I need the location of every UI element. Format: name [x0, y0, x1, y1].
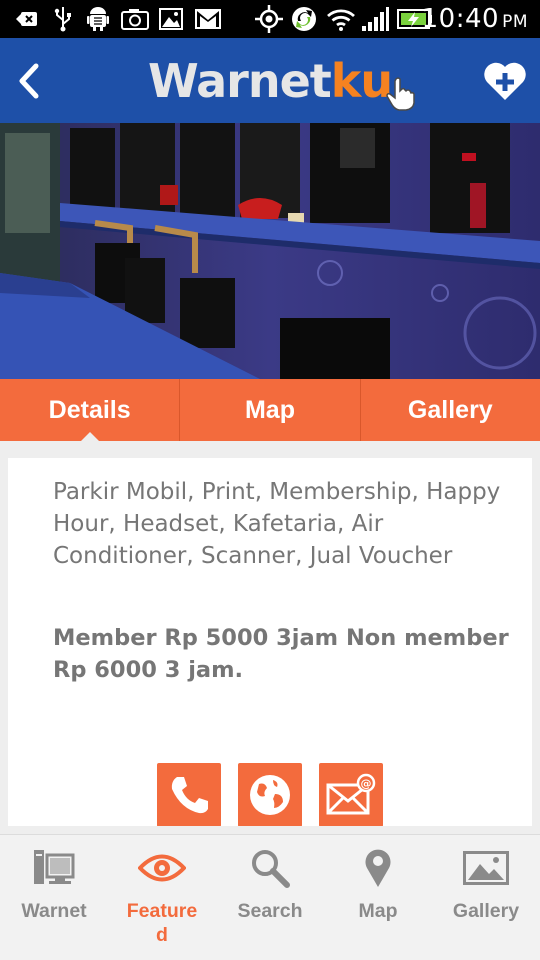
- price-text: Member Rp 5000 3jam Non member Rp 6000 3…: [53, 625, 509, 683]
- logo-text-warnet: Warnet: [148, 54, 332, 108]
- clock-ampm: PM: [502, 12, 528, 32]
- nav-gallery[interactable]: Gallery: [432, 835, 540, 960]
- nav-search[interactable]: Search: [216, 835, 324, 960]
- details-card: Parkir Mobil, Print, Membership, Happy H…: [8, 458, 532, 826]
- nav-gallery-label: Gallery: [452, 900, 520, 922]
- app-header: Warnet ku: [0, 38, 540, 123]
- phone-icon: [171, 777, 208, 814]
- hand-cursor-icon: [386, 76, 416, 116]
- globe-icon: [250, 775, 290, 815]
- contact-actions: @: [157, 763, 383, 826]
- svg-text:@: @: [361, 777, 372, 790]
- tab-details-label: Details: [48, 395, 131, 424]
- tab-map-label: Map: [244, 395, 295, 424]
- eye-icon: [138, 847, 186, 889]
- tab-gallery-label: Gallery: [407, 395, 493, 424]
- warnet-photo: [0, 123, 540, 379]
- tab-gallery[interactable]: Gallery: [359, 379, 540, 441]
- nav-map-label: Map: [358, 900, 398, 922]
- sync-icon: [289, 6, 319, 32]
- tab-details[interactable]: Details: [0, 379, 179, 442]
- gallery-icon: [158, 6, 184, 32]
- tab-map[interactable]: Map: [179, 379, 359, 441]
- facilities-text: Parkir Mobil, Print, Membership, Happy H…: [53, 479, 501, 569]
- gps-icon: [254, 5, 284, 33]
- usb-icon: [52, 6, 74, 32]
- magnifier-icon: [250, 847, 290, 889]
- signal-icon: [360, 6, 390, 32]
- nav-featured[interactable]: Feature d: [108, 835, 216, 960]
- wifi-icon: [326, 6, 356, 32]
- email-button[interactable]: @: [319, 763, 383, 826]
- website-button[interactable]: [238, 763, 302, 826]
- email-icon: @: [326, 773, 376, 815]
- back-arrow-icon: [19, 63, 39, 99]
- call-button[interactable]: [157, 763, 221, 826]
- android-debug-icon: [86, 6, 110, 32]
- gmail-icon: [193, 6, 223, 32]
- clock: 10:40 PM: [422, 4, 528, 34]
- back-button[interactable]: [10, 58, 50, 104]
- nav-search-label: Search: [237, 900, 303, 922]
- map-pin-icon: [364, 847, 392, 889]
- heart-plus-icon: [484, 62, 526, 100]
- app-logo: Warnet ku: [148, 46, 416, 116]
- logo-text-ku: ku: [330, 54, 393, 108]
- nav-map[interactable]: Map: [324, 835, 432, 960]
- computer-icon: [33, 847, 75, 889]
- status-bar: 10:40 PM: [0, 0, 540, 38]
- back-notification-icon: [14, 6, 40, 32]
- clock-time: 10:40: [421, 4, 500, 34]
- nav-featured-label: Feature d: [126, 900, 198, 946]
- detail-tabs: Details Map Gallery: [0, 379, 540, 442]
- bottom-navigation: Warnet Feature d Search Map Gallery: [0, 834, 540, 960]
- picture-icon: [463, 847, 509, 889]
- nav-warnet-label: Warnet: [21, 900, 87, 922]
- camera-icon: [121, 6, 149, 32]
- nav-warnet[interactable]: Warnet: [0, 835, 108, 960]
- add-favorite-button[interactable]: [482, 60, 528, 102]
